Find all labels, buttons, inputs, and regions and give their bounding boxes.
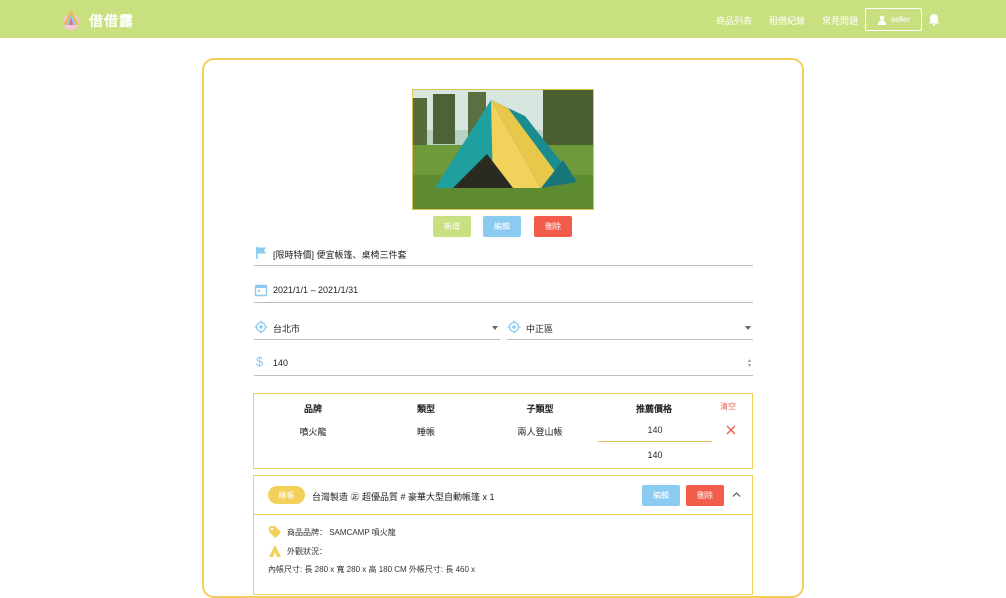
- nav-product-list[interactable]: 商品列表: [716, 14, 752, 27]
- tent-photo-image: [413, 90, 593, 209]
- header-brand: 品牌: [303, 404, 322, 414]
- header-subtype: 子類型: [526, 404, 554, 414]
- edit-button[interactable]: 編輯: [483, 216, 521, 237]
- product-delete-button[interactable]: 刪除: [686, 485, 724, 506]
- add-button[interactable]: 新增: [433, 216, 471, 237]
- close-icon[interactable]: [725, 424, 737, 436]
- brand-line: 商品品牌： SAMCAMP 噴火龍: [268, 525, 396, 539]
- cell-brand: 噴火龍: [299, 427, 327, 437]
- product-title: 台灣製造 ㊣ 超優品質 # 豪華大型自動帳篷 x 1: [312, 492, 495, 502]
- date-range-field[interactable]: 2021/1/1 – 2021/1/31: [254, 279, 753, 303]
- user-icon: [877, 15, 886, 25]
- clear-button[interactable]: 清空: [720, 401, 736, 412]
- bell-icon[interactable]: [928, 13, 940, 26]
- top-navbar: 借借露 商品列表 租借紀錄 常見問題 seller: [0, 0, 1006, 38]
- price-field[interactable]: $ 140 ▴ ▾: [254, 352, 753, 376]
- chevron-down-icon: [492, 326, 498, 330]
- number-stepper-icon[interactable]: ▴ ▾: [748, 358, 751, 369]
- city-select[interactable]: 台北市: [254, 316, 500, 340]
- user-account-button[interactable]: seller: [865, 8, 922, 31]
- price-total: 140: [647, 450, 663, 460]
- flag-icon: [256, 247, 266, 259]
- header-type: 類型: [416, 404, 435, 414]
- chevron-down-icon: [745, 326, 751, 330]
- brand-name[interactable]: 借借露: [89, 11, 134, 31]
- category-tag: 睡帳: [268, 486, 305, 504]
- location-target-icon: [507, 320, 521, 334]
- product-photo: [412, 89, 594, 210]
- header-recommended-price: 推薦價格: [635, 404, 672, 414]
- product-edit-button[interactable]: 編輯: [642, 485, 680, 506]
- price-value: 140: [273, 358, 289, 368]
- appearance-text: 外觀狀況：: [287, 546, 327, 556]
- brand-text: 商品品牌： SAMCAMP 噴火龍: [287, 527, 396, 537]
- title-value: [限時特價] 便宜帳篷、桌椅三件套: [273, 250, 407, 260]
- tag-icon: [269, 526, 281, 538]
- tent-icon: [269, 545, 281, 557]
- location-target-icon: [254, 320, 268, 334]
- tent-logo-icon[interactable]: [60, 8, 82, 30]
- appearance-line: 外觀狀況：: [268, 544, 327, 558]
- row-price-input[interactable]: 140: [598, 418, 712, 442]
- cell-type: 睡帳: [416, 427, 435, 437]
- product-detail-panel: 睡帳 台灣製造 ㊣ 超優品質 # 豪華大型自動帳篷 x 1 編輯 刪除 商品品牌…: [253, 475, 753, 595]
- nav-faq[interactable]: 常見問題: [822, 14, 858, 27]
- cell-subtype: 兩人登山帳: [517, 427, 563, 437]
- calendar-icon: [254, 284, 268, 297]
- district-select[interactable]: 中正區: [507, 316, 753, 340]
- items-table: 品牌 類型 子類型 推薦價格 清空 噴火龍 睡帳 兩人登山帳 140 140: [253, 393, 753, 469]
- delete-button[interactable]: 刪除: [534, 216, 572, 237]
- user-label: seller: [890, 15, 911, 24]
- dollar-icon: $: [256, 354, 264, 369]
- product-panel-header: 睡帳 台灣製造 ㊣ 超優品質 # 豪華大型自動帳篷 x 1 編輯 刪除: [254, 476, 752, 515]
- date-range-value: 2021/1/1 – 2021/1/31: [273, 285, 359, 295]
- nav-rental-records[interactable]: 租借紀錄: [769, 14, 805, 27]
- title-field[interactable]: [限時特價] 便宜帳篷、桌椅三件套: [254, 242, 753, 266]
- city-value: 台北市: [273, 324, 301, 334]
- district-value: 中正區: [526, 324, 554, 334]
- chevron-up-icon[interactable]: [732, 490, 741, 499]
